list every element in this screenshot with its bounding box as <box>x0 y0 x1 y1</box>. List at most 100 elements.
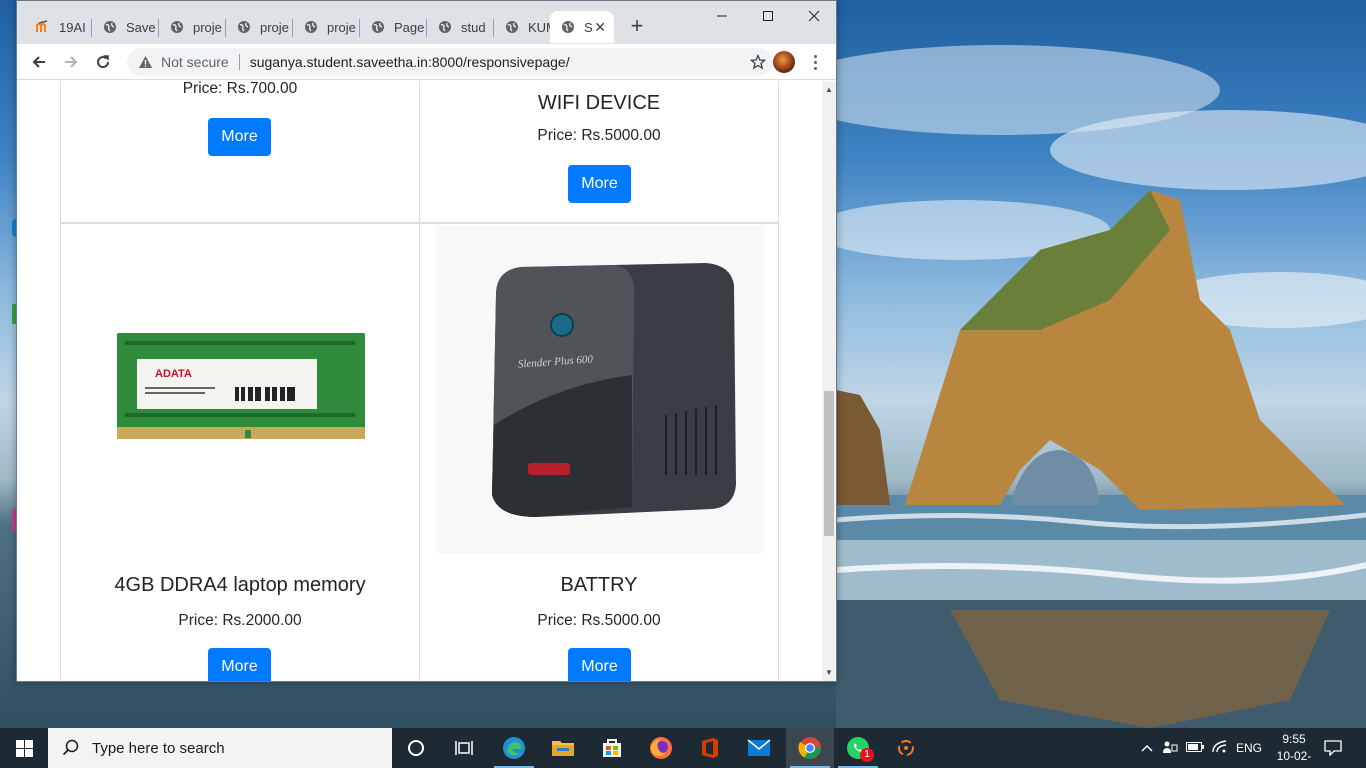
globe-icon <box>370 19 386 35</box>
edge-icon <box>503 737 525 759</box>
taskbar-chrome[interactable] <box>786 728 834 768</box>
product-price: Price: Rs.2000.00 <box>178 612 302 629</box>
product-card: WIFI DEVICE Price: Rs.5000.00 More <box>419 81 779 223</box>
tab-title: S <box>584 19 593 35</box>
globe-icon <box>437 19 453 35</box>
taskbar-search-box[interactable]: Type here to search <box>48 728 392 768</box>
action-center-button[interactable] <box>1310 728 1356 768</box>
tab-save[interactable]: Save <box>92 11 159 43</box>
taskbar: Type here to search 1 ENG 9:55 10-02- <box>0 728 1366 768</box>
product-card: ADATA 4GB DDRA4 laptop memory Price: Rs.… <box>60 223 420 681</box>
wifi-icon <box>1212 739 1227 752</box>
back-button[interactable] <box>27 50 51 74</box>
tab-proje-3[interactable]: proje <box>293 11 360 43</box>
tab-title: proje <box>193 19 222 35</box>
search-placeholder[interactable]: Type here to search <box>92 740 225 757</box>
start-button[interactable] <box>0 728 48 768</box>
omnibox-divider <box>238 54 240 70</box>
ram-label-text: ADATA <box>155 368 192 380</box>
product-grid: Price: Rs.700.00 More WIFI DEVICE Price:… <box>60 81 779 681</box>
maximize-icon <box>763 11 773 21</box>
tab-title: proje <box>327 19 356 35</box>
notification-badge: 1 <box>860 748 874 762</box>
product-card: Slender Plus 600 BATTRY Price: Rs.5000.0… <box>419 223 779 681</box>
reload-icon <box>97 55 110 69</box>
security-label[interactable]: Not secure <box>161 54 229 70</box>
store-icon <box>603 739 621 757</box>
tab-page[interactable]: Page <box>360 11 427 43</box>
tab-title: KUM <box>528 19 550 35</box>
back-arrow-icon <box>32 56 45 68</box>
tab-title: Page <box>394 19 425 35</box>
close-window-button[interactable] <box>791 1 836 31</box>
taskbar-mail[interactable] <box>735 728 783 768</box>
close-tab-icon[interactable]: ✕ <box>594 19 606 35</box>
more-button[interactable]: More <box>568 648 631 681</box>
app-icon <box>898 740 914 756</box>
taskbar-edge[interactable] <box>490 728 538 768</box>
product-image-ram: ADATA <box>115 329 367 441</box>
scrollbar-thumb[interactable] <box>824 391 834 536</box>
language-indicator[interactable]: ENG <box>1236 741 1262 755</box>
tab-title: Save <box>126 19 156 35</box>
cortana-button[interactable] <box>392 728 440 768</box>
cortana-icon <box>408 740 424 756</box>
forward-button[interactable] <box>59 50 83 74</box>
browser-toolbar: Not secure suganya.student.saveetha.in:8… <box>17 44 836 80</box>
taskbar-app[interactable] <box>882 728 930 768</box>
tab-title: 19AI <box>59 19 86 35</box>
product-title: 4GB DDRA4 laptop memory <box>114 574 366 596</box>
taskbar-store[interactable] <box>588 728 636 768</box>
tab-stud[interactable]: stud <box>427 11 494 43</box>
more-button[interactable]: More <box>568 165 631 203</box>
globe-icon <box>504 19 520 35</box>
battery-tray[interactable] <box>1186 741 1204 755</box>
taskbar-firefox[interactable] <box>637 728 685 768</box>
tab-proje-1[interactable]: proje <box>159 11 226 43</box>
more-button[interactable]: More <box>208 118 271 156</box>
globe-icon <box>102 19 118 35</box>
globe-icon <box>560 19 576 35</box>
new-tab-button[interactable]: + <box>625 15 649 39</box>
moodle-icon <box>35 19 51 35</box>
tab-active[interactable]: S ✕ <box>550 11 614 43</box>
more-button[interactable]: More <box>208 648 271 681</box>
tab-19ai[interactable]: 19AI <box>25 11 92 43</box>
product-price: Price: Rs.700.00 <box>182 81 298 97</box>
task-view-button[interactable] <box>440 728 488 768</box>
globe-icon <box>303 19 319 35</box>
bookmark-star-icon[interactable] <box>749 53 767 71</box>
tab-proje-2[interactable]: proje <box>226 11 293 43</box>
scroll-up-arrow-icon[interactable]: ▲ <box>825 86 833 94</box>
wifi-tray[interactable] <box>1212 739 1228 757</box>
taskbar-office[interactable] <box>686 728 734 768</box>
chrome-icon <box>798 737 821 759</box>
chevron-up-icon <box>1141 744 1153 752</box>
browser-menu-icon[interactable] <box>805 52 825 72</box>
people-tray[interactable] <box>1162 740 1178 757</box>
minimize-icon <box>717 15 727 17</box>
address-bar[interactable]: Not secure suganya.student.saveetha.in:8… <box>127 48 773 76</box>
notification-icon <box>1324 740 1342 756</box>
maximize-button[interactable] <box>745 1 791 31</box>
forward-arrow-icon <box>65 56 78 68</box>
taskbar-whatsapp[interactable]: 1 <box>834 728 882 768</box>
product-title: WIFI DEVICE <box>537 92 661 114</box>
tab-strip: 19AI Save proje proje proje Page stud KU… <box>17 1 836 44</box>
tab-title: stud <box>461 19 486 35</box>
profile-avatar[interactable] <box>773 51 795 73</box>
url-text[interactable]: suganya.student.saveetha.in:8000/respons… <box>250 54 570 70</box>
tab-title: proje <box>260 19 289 35</box>
globe-icon <box>236 19 252 35</box>
minimize-button[interactable] <box>699 1 745 31</box>
page-scrollbar[interactable]: ▲ ▼ <box>822 81 836 681</box>
tab-kum[interactable]: KUM <box>494 11 550 43</box>
system-tray: ENG <box>1138 728 1262 768</box>
mail-icon <box>747 739 771 756</box>
close-icon <box>808 10 820 22</box>
reload-button[interactable] <box>91 50 115 74</box>
warning-icon[interactable] <box>137 54 153 70</box>
show-hidden-icons[interactable] <box>1138 741 1156 755</box>
scroll-down-arrow-icon[interactable]: ▼ <box>825 669 833 677</box>
taskbar-file-explorer[interactable] <box>539 728 587 768</box>
